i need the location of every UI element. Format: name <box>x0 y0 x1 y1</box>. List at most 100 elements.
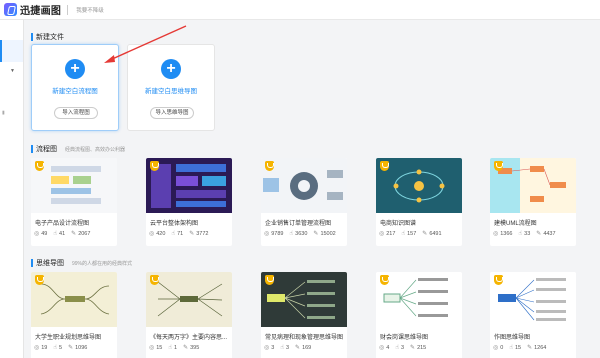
uses-stat: ✎ 1096 <box>68 344 88 352</box>
uses-count: 3772 <box>196 230 209 237</box>
crown-icon <box>35 161 44 171</box>
edit-icon: ✎ <box>183 345 189 351</box>
views-count: 4 <box>386 344 390 351</box>
app-name: 迅捷画图 <box>20 6 62 17</box>
likes-stat[interactable]: ☝ 71 <box>171 230 184 238</box>
views-stat: ◎ 3 <box>264 344 275 352</box>
edit-icon: ✎ <box>295 345 301 351</box>
main-content: 新建文件 + 新建空白流程图 导入流程图 + 新建空白思维导图 导入思维导图 流… <box>24 20 600 358</box>
crown-icon <box>150 161 159 171</box>
edit-icon: ✎ <box>313 231 319 237</box>
app-logo[interactable]: 迅捷画图 <box>4 2 61 17</box>
import-mindmap-button[interactable]: 导入思维导图 <box>150 107 194 119</box>
template-stats: ◎ 0 ☝ 15 ✎ 1264 <box>493 344 552 352</box>
section-desc: 99%的人都在用的经典样式 <box>72 260 133 267</box>
likes-stat[interactable]: ☝ 3 <box>280 344 290 352</box>
thumb-up-icon: ☝ <box>171 231 176 237</box>
template-card[interactable]: 常见病理和现象管理思维导图 ◎ 3 ☝ 3 ✎ 169 <box>261 272 347 358</box>
template-card[interactable]: 《每天两万字》主要内容思... ◎ 15 ☝ 1 ✎ 395 <box>146 272 232 358</box>
template-card[interactable]: 云平台整体架构图 ◎ 420 ☝ 71 ✎ 3772 <box>146 158 232 246</box>
views-stat: ◎ 49 <box>34 230 48 238</box>
template-stats: ◎ 9789 ☝ 3630 ✎ 15002 <box>264 230 342 238</box>
likes-count: 41 <box>59 230 66 237</box>
crown-icon <box>380 161 389 171</box>
edit-icon: ✎ <box>410 345 416 351</box>
template-card[interactable]: 大学生职业规划思维导图 ◎ 19 ☝ 5 ✎ 1096 <box>31 272 117 358</box>
crown-icon <box>265 161 274 171</box>
likes-stat[interactable]: ☝ 3630 <box>290 230 308 238</box>
sidebar-item-marker[interactable]: ▮ <box>2 110 5 116</box>
thumb-up-icon: ☝ <box>518 231 523 237</box>
eye-icon: ◎ <box>34 231 40 237</box>
section-mindmap: 思维导图 99%的人都在用的经典样式 <box>31 258 132 268</box>
views-stat: ◎ 19 <box>34 344 47 352</box>
views-stat: ◎ 1366 <box>493 230 513 238</box>
views-count: 217 <box>386 230 396 237</box>
uses-stat: ✎ 6491 <box>422 230 441 238</box>
views-count: 49 <box>41 230 48 237</box>
likes-count: 3 <box>285 344 290 351</box>
uses-stat: ✎ 1264 <box>527 344 546 352</box>
new-card-label: 新建空白流程图 <box>52 88 98 95</box>
template-name: 作图思维导图 <box>494 335 531 341</box>
template-card[interactable]: 电商知识图谱 ◎ 217 ☝ 157 ✎ 6491 <box>376 158 462 246</box>
plus-icon: + <box>65 59 85 79</box>
template-stats: ◎ 19 ☝ 5 ✎ 1096 <box>34 344 93 352</box>
template-name: 电子产品设计流程图 <box>35 221 90 227</box>
likes-stat[interactable]: ☝ 33 <box>518 230 531 238</box>
likes-stat[interactable]: ☝ 15 <box>509 344 521 352</box>
likes-stat[interactable]: ☝ 5 <box>53 344 62 352</box>
likes-stat[interactable]: ☝ 41 <box>53 230 66 238</box>
sidebar-item-active[interactable] <box>0 40 23 62</box>
template-name: 财会岗课思维导图 <box>380 335 429 341</box>
edit-icon: ✎ <box>536 231 542 237</box>
uses-stat: ✎ 215 <box>410 344 426 352</box>
template-card[interactable]: 企业销售订单管理流程图 ◎ 9789 ☝ 3630 ✎ 15002 <box>261 158 347 246</box>
chevron-down-icon[interactable]: ▼ <box>10 68 15 74</box>
import-flowchart-button[interactable]: 导入流程图 <box>54 107 98 119</box>
section-title: 新建文件 <box>36 34 64 41</box>
template-card[interactable]: 电子产品设计流程图 ◎ 49 ☝ 41 ✎ 2067 <box>31 158 117 246</box>
views-count: 1366 <box>500 230 513 237</box>
uses-count: 4437 <box>543 230 556 237</box>
uses-count: 1096 <box>75 344 88 351</box>
crown-icon <box>494 275 503 285</box>
template-stats: ◎ 3 ☝ 3 ✎ 169 <box>264 344 317 352</box>
uses-stat: ✎ 4437 <box>536 230 556 238</box>
views-count: 3 <box>271 344 275 351</box>
views-stat: ◎ 0 <box>493 344 503 352</box>
eye-icon: ◎ <box>34 345 40 351</box>
thumb-up-icon: ☝ <box>53 231 58 237</box>
thumb-up-icon: ☝ <box>280 345 284 351</box>
new-card-label: 新建空白思维导图 <box>145 88 197 95</box>
template-stats: ◎ 1366 ☝ 33 ✎ 4437 <box>493 230 562 238</box>
template-card[interactable]: 建模UML流程图 ◎ 1366 ☝ 33 ✎ 4437 <box>490 158 576 246</box>
eye-icon: ◎ <box>264 231 270 237</box>
eye-icon: ◎ <box>493 345 499 351</box>
template-name: 《每天两万字》主要内容思... <box>150 335 228 341</box>
uses-count: 2067 <box>78 230 91 237</box>
template-card[interactable]: 财会岗课思维导图 ◎ 4 ☝ 3 ✎ 215 <box>376 272 462 358</box>
edit-icon: ✎ <box>68 345 74 351</box>
edit-icon: ✎ <box>527 345 533 351</box>
likes-stat[interactable]: ☝ 1 <box>168 344 177 352</box>
views-stat: ◎ 9789 <box>264 230 284 238</box>
template-stats: ◎ 49 ☝ 41 ✎ 2067 <box>34 230 96 238</box>
likes-count: 33 <box>524 230 531 237</box>
likes-count: 3630 <box>295 230 308 237</box>
views-stat: ◎ 217 <box>379 230 396 238</box>
likes-stat[interactable]: ☝ 3 <box>395 344 404 352</box>
template-stats: ◎ 217 ☝ 157 ✎ 6491 <box>379 230 448 238</box>
template-stats: ◎ 15 ☝ 1 ✎ 395 <box>149 344 205 352</box>
thumb-up-icon: ☝ <box>509 345 513 351</box>
thumb-up-icon: ☝ <box>395 345 399 351</box>
likes-stat[interactable]: ☝ 157 <box>401 230 416 238</box>
template-name: 常见病理和现象管理思维导图 <box>265 335 344 341</box>
template-card[interactable]: 作图思维导图 ◎ 0 ☝ 15 ✎ 1264 <box>490 272 576 358</box>
likes-count: 71 <box>177 230 184 237</box>
uses-count: 15002 <box>320 230 336 237</box>
top-bar: 迅捷画图 我要不降级 <box>0 0 600 20</box>
section-desc: 经典流程图、高效办公利器 <box>65 146 126 153</box>
app-logo-icon <box>4 3 17 16</box>
views-count: 15 <box>156 344 163 351</box>
